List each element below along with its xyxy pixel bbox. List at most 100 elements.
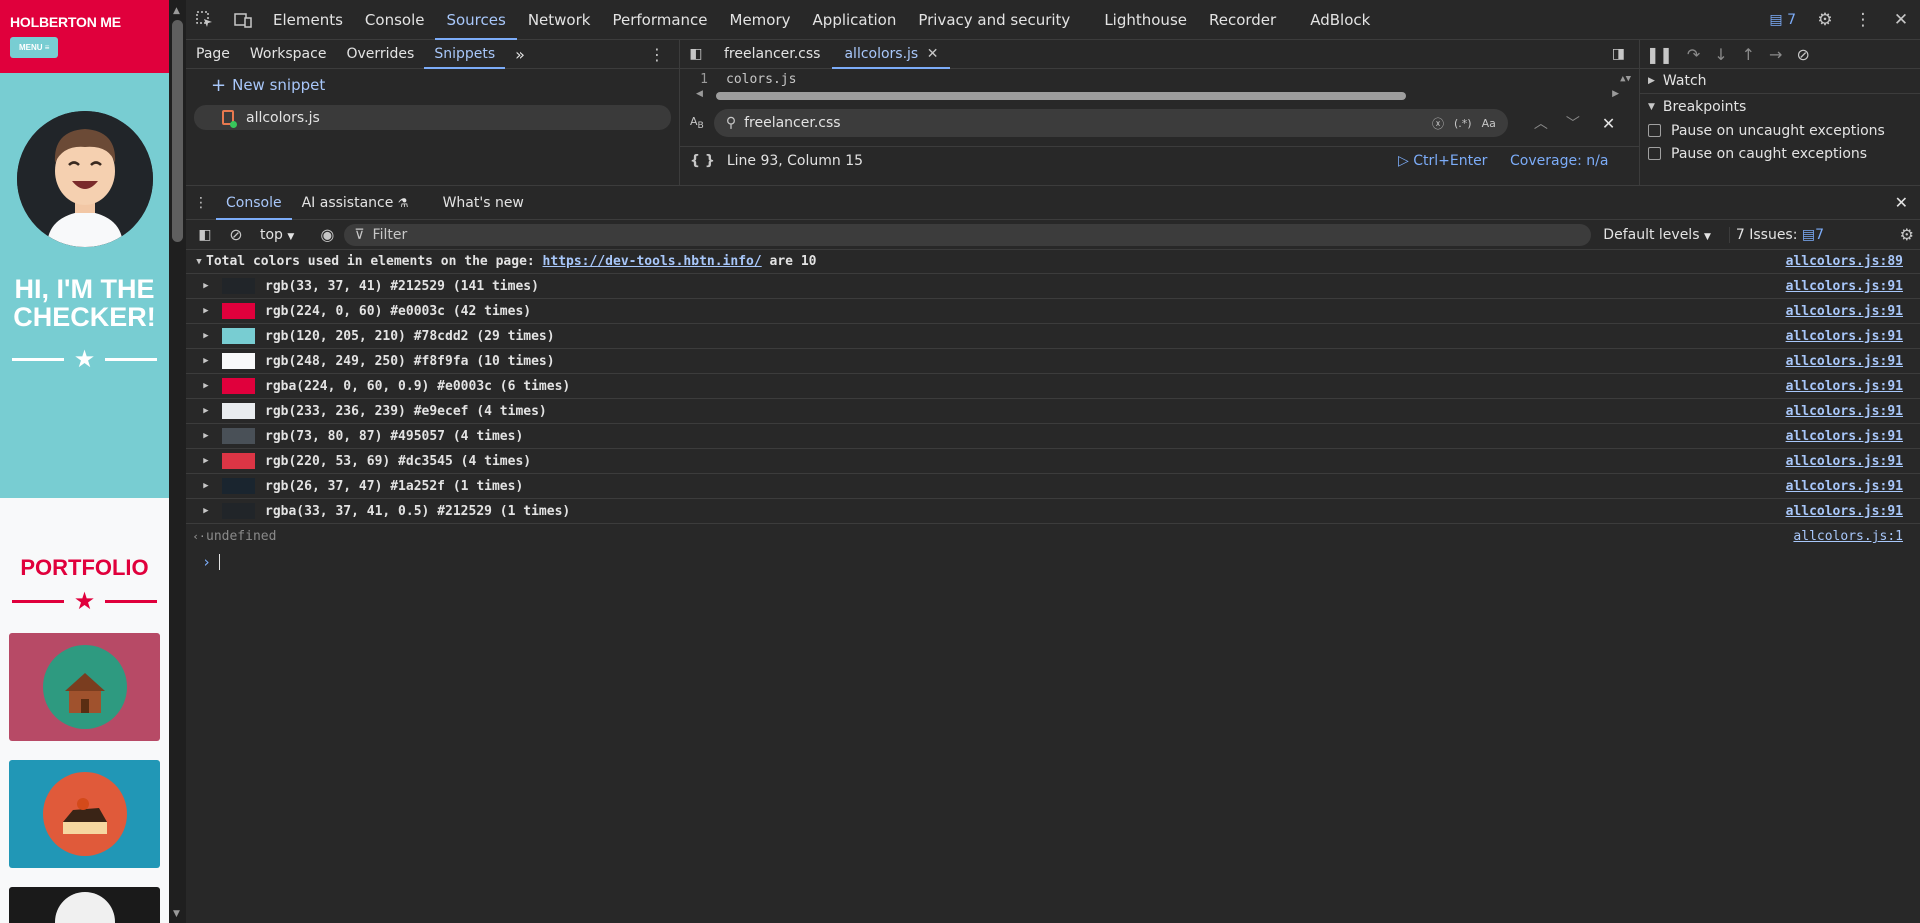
file-tab-freelancer-css[interactable]: freelancer.css [712, 40, 832, 69]
pause-uncaught-option[interactable]: Pause on uncaught exceptions [1640, 119, 1920, 142]
color-entry-row[interactable]: ▶ rgb(73, 80, 87) #495057 (4 times) allcol… [186, 424, 1920, 449]
navigator-menu-icon[interactable]: ⋮ [649, 45, 665, 64]
scroll-up-icon[interactable]: ▲ [173, 6, 180, 16]
tab-overrides[interactable]: Overrides [336, 40, 424, 69]
color-entry-row[interactable]: ▶ rgba(33, 37, 41, 0.5) #212529 (1 times)… [186, 499, 1920, 524]
expand-arrow-icon[interactable]: ▶ [186, 281, 220, 291]
editor-scroll-arrows-icon[interactable]: ▲▼ [1620, 74, 1631, 84]
portfolio-item-circus[interactable] [9, 887, 160, 923]
settings-gear-icon[interactable]: ⚙ [1806, 0, 1844, 40]
clear-console-icon[interactable]: ⊘ [224, 225, 248, 244]
tab-sources[interactable]: Sources [435, 0, 517, 40]
color-entry-row[interactable]: ▶ rgb(220, 53, 69) #dc3545 (4 times) allco… [186, 449, 1920, 474]
match-case-toggle[interactable]: Aa [1482, 117, 1496, 130]
code-text[interactable]: colors.js [726, 72, 796, 87]
search-value[interactable]: freelancer.css [744, 115, 1432, 131]
source-link[interactable]: allcolors.js:91 [1786, 404, 1903, 419]
scrollbar-thumb[interactable] [172, 20, 183, 242]
expand-arrow-icon[interactable]: ▶ [186, 506, 220, 516]
expand-arrow-icon[interactable]: ▶ [186, 356, 220, 366]
page-url-link[interactable]: https://dev-tools.hbtn.info/ [543, 254, 762, 269]
source-link[interactable]: allcolors.js:91 [1786, 329, 1903, 344]
toggle-navigator-icon[interactable]: ◧ [680, 46, 712, 62]
horizontal-scrollbar-thumb[interactable] [716, 92, 1406, 100]
snippet-item[interactable]: allcolors.js [194, 105, 671, 130]
clear-search-icon[interactable]: ⓧ [1432, 115, 1444, 132]
source-link[interactable]: allcolors.js:91 [1786, 429, 1903, 444]
source-link[interactable]: allcolors.js:89 [1786, 254, 1903, 269]
close-search-icon[interactable]: ✕ [1602, 114, 1615, 133]
toggle-debugger-icon[interactable]: ◨ [1612, 46, 1625, 62]
device-toolbar-icon[interactable] [224, 0, 262, 40]
tab-privacy-security[interactable]: Privacy and security [907, 0, 1081, 40]
tab-console[interactable]: Console [354, 0, 436, 40]
drawer-tab-ai-assistance[interactable]: AI assistance ⚗ [292, 186, 419, 220]
close-tab-icon[interactable]: ✕ [927, 46, 939, 62]
console-sidebar-icon[interactable]: ◧ [186, 227, 224, 243]
color-entry-row[interactable]: ▶ rgb(248, 249, 250) #f8f9fa (10 times) al… [186, 349, 1920, 374]
portfolio-item-cake[interactable] [9, 760, 160, 868]
pause-caught-checkbox[interactable] [1648, 147, 1661, 160]
drawer-tab-console[interactable]: Console [216, 186, 292, 220]
source-link[interactable]: allcolors.js:91 [1786, 454, 1903, 469]
tab-elements[interactable]: Elements [262, 0, 354, 40]
tab-memory[interactable]: Memory [719, 0, 802, 40]
editor-horizontal-scrollbar[interactable]: ◀ ▶ [696, 89, 1619, 101]
tab-adblock[interactable]: AdBlock [1299, 0, 1381, 40]
console-filter-input[interactable]: ⊽ Filter [344, 223, 1592, 246]
drawer-menu-icon[interactable]: ⋮ [186, 195, 216, 211]
watch-section[interactable]: ▶ Watch [1640, 69, 1920, 94]
color-entry-row[interactable]: ▶ rgb(26, 37, 47) #1a252f (1 times) allcol… [186, 474, 1920, 499]
console-group-header[interactable]: ▼ Total colors used in elements on the p… [186, 250, 1920, 274]
search-input[interactable]: ⚲ freelancer.css ⓧ (.*) Aa [713, 109, 1508, 137]
console-issues-link[interactable]: 7 Issues: ▤7 [1728, 226, 1824, 243]
expand-arrow-icon[interactable]: ▶ [186, 331, 220, 341]
site-scrollbar[interactable]: ▲ ▼ [169, 0, 186, 923]
more-tabs-chevron-icon[interactable]: » [505, 40, 535, 69]
tab-application[interactable]: Application [802, 0, 908, 40]
site-brand[interactable]: HOLBERTON ME [10, 14, 159, 30]
color-entry-row[interactable]: ▶ rgba(224, 0, 60, 0.9) #e0003c (6 times)… [186, 374, 1920, 399]
log-levels-dropdown[interactable]: Default levels ▼ [1603, 227, 1711, 243]
color-entry-row[interactable]: ▶ rgb(233, 236, 239) #e9ecef (4 times) all… [186, 399, 1920, 424]
tab-recorder[interactable]: Recorder [1198, 0, 1287, 40]
step-out-icon[interactable]: ↑ [1742, 45, 1755, 64]
code-line[interactable]: 1 colors.js ▲▼ [680, 69, 1639, 89]
color-entry-row[interactable]: ▶ rgb(224, 0, 60) #e0003c (42 times) allco… [186, 299, 1920, 324]
step-over-icon[interactable]: ↷ [1687, 45, 1700, 64]
source-link[interactable]: allcolors.js:91 [1786, 379, 1903, 394]
search-next-icon[interactable]: ﹀ [1566, 113, 1580, 133]
regex-toggle[interactable]: (.*) [1454, 117, 1472, 130]
expand-arrow-icon[interactable]: ▶ [186, 456, 220, 466]
pause-caught-option[interactable]: Pause on caught exceptions [1640, 142, 1920, 165]
breakpoints-section[interactable]: ▼ Breakpoints [1640, 94, 1920, 119]
tab-page[interactable]: Page [186, 40, 240, 69]
portfolio-item-cabin[interactable] [9, 633, 160, 741]
inspect-element-icon[interactable] [186, 0, 224, 40]
live-expression-eye-icon[interactable]: ◉ [320, 225, 334, 244]
color-entry-row[interactable]: ▶ rgb(33, 37, 41) #212529 (141 times) allc… [186, 274, 1920, 299]
tab-performance[interactable]: Performance [601, 0, 718, 40]
source-link[interactable]: allcolors.js:91 [1786, 354, 1903, 369]
scroll-down-icon[interactable]: ▼ [173, 909, 180, 919]
issues-badge[interactable]: ▤ 7 [1759, 12, 1806, 28]
source-link[interactable]: allcolors.js:91 [1786, 504, 1903, 519]
drawer-tab-whats-new[interactable]: What's new [433, 186, 534, 220]
tab-network[interactable]: Network [517, 0, 602, 40]
collapse-arrow-icon[interactable]: ▼ [186, 257, 206, 267]
console-prompt[interactable]: › [186, 549, 1920, 575]
close-devtools-icon[interactable]: ✕ [1882, 0, 1920, 40]
console-settings-gear-icon[interactable]: ⚙ [1900, 225, 1914, 244]
scroll-left-icon[interactable]: ◀ [696, 89, 703, 99]
coverage-status[interactable]: Coverage: n/a [1510, 153, 1608, 169]
expand-arrow-icon[interactable]: ▶ [186, 406, 220, 416]
tab-lighthouse[interactable]: Lighthouse [1093, 0, 1198, 40]
more-options-icon[interactable]: ⋮ [1844, 0, 1882, 40]
expand-arrow-icon[interactable]: ▶ [186, 381, 220, 391]
site-menu-button[interactable]: MENU ≡ [10, 37, 59, 58]
search-previous-icon[interactable]: ︿ [1534, 113, 1548, 133]
expand-arrow-icon[interactable]: ▶ [186, 306, 220, 316]
new-snippet-button[interactable]: + New snippet [186, 69, 679, 101]
scroll-right-icon[interactable]: ▶ [1612, 89, 1619, 99]
deactivate-breakpoints-icon[interactable]: ⊘ [1796, 45, 1809, 64]
